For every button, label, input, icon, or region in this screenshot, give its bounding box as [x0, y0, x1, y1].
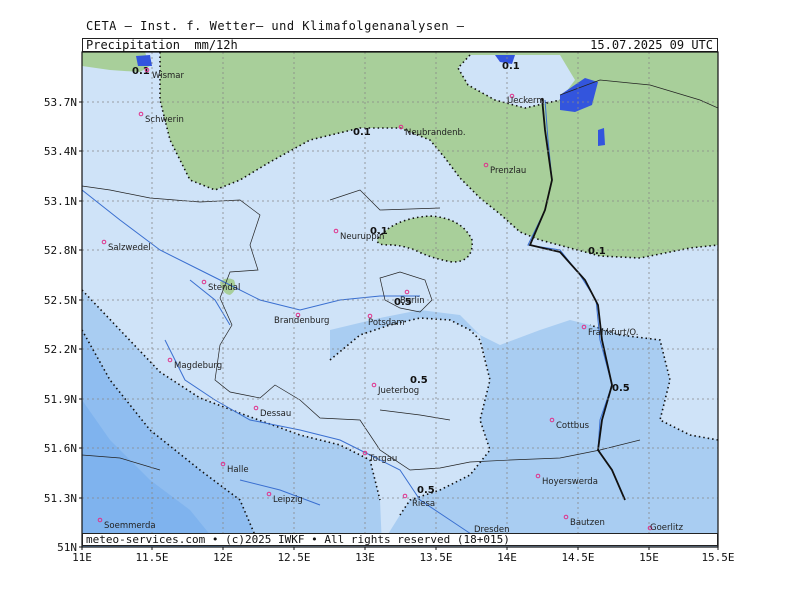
copyright-text: meteo-services.com • (c)2025 IWKF • All … [86, 533, 510, 546]
longitude-tick-label: 12.5E [277, 551, 310, 564]
footer-bar: meteo-services.com • (c)2025 IWKF • All … [82, 533, 718, 546]
contour-label: 0.1 [588, 246, 606, 257]
city-label: Prenzlau [490, 166, 526, 176]
city-label: Neubrandenb. [405, 128, 466, 138]
heavy-precip-cell-4 [136, 55, 152, 66]
city-label: Wismar [152, 71, 184, 81]
city-label: Torgau [368, 454, 397, 464]
contour-label: 0.5 [417, 485, 435, 496]
longitude-tick-label: 15.5E [701, 551, 734, 564]
contour-label: 0.1 [502, 61, 520, 72]
longitude-tick-label: 15E [639, 551, 659, 564]
city-label: Berlin [400, 296, 425, 306]
latitude-tick-label: 52.5N [44, 294, 77, 307]
city-label: Cottbus [556, 421, 590, 431]
city-label: Schwerin [145, 115, 184, 125]
longitude-tick-label: 12E [213, 551, 233, 564]
latitude-tick-label: 53.1N [44, 195, 77, 208]
city-label: Goerlitz [650, 523, 684, 533]
city-label: Dessau [260, 409, 291, 419]
city-label: Ueckerm. [507, 96, 547, 106]
latitude-tick-label: 52.8N [44, 244, 77, 257]
latitude-axis: 53.7N 53.4N 53.1N 52.8N 52.5N 52.2N 51.9N 51.6N… [44, 96, 82, 554]
longitude-tick-label: 11.5E [135, 551, 168, 564]
city-label: Neuruppin [340, 232, 384, 242]
longitude-tick-label: 11E [72, 551, 92, 564]
longitude-tick-label: 14E [497, 551, 517, 564]
latitude-tick-label: 51.9N [44, 393, 77, 406]
latitude-tick-label: 53.7N [44, 96, 77, 109]
contour-label: 0.1 [353, 127, 371, 138]
city-label: Brandenburg [274, 316, 329, 326]
contour-label: 0.5 [612, 383, 630, 394]
city-label: Jueterbog [377, 386, 419, 396]
longitude-tick-label: 13E [355, 551, 375, 564]
longitude-tick-label: 14.5E [561, 551, 594, 564]
precipitation-map: 53.7N 53.4N 53.1N 52.8N 52.5N 52.2N 51.9N 51.6N… [44, 51, 735, 564]
longitude-axis: 11E 11.5E 12E 12.5E 13E 13.5E 14E 14.5E 15E 15.5E [72, 547, 735, 564]
city-label: Soemmerda [104, 521, 156, 531]
city-label: Bautzen [570, 518, 605, 528]
latitude-tick-label: 52.2N [44, 343, 77, 356]
contour-label: 0.5 [410, 375, 428, 386]
city-label: Hoyerswerda [542, 477, 598, 487]
city-label: Halle [227, 465, 249, 475]
city-label: Magdeburg [174, 361, 222, 371]
city-label: Leipzig [273, 495, 303, 505]
latitude-tick-label: 51.3N [44, 492, 77, 505]
city-label: Riesa [412, 499, 435, 509]
heavy-precip-cell-3 [598, 128, 605, 146]
city-label: Frankfurt/O. [588, 328, 638, 338]
city-label: Potsdam [368, 318, 405, 328]
latitude-tick-label: 51.6N [44, 442, 77, 455]
city-label: Salzwedel [108, 243, 151, 253]
latitude-tick-label: 53.4N [44, 145, 77, 158]
city-label: Stendal [208, 283, 240, 293]
longitude-tick-label: 13.5E [419, 551, 452, 564]
